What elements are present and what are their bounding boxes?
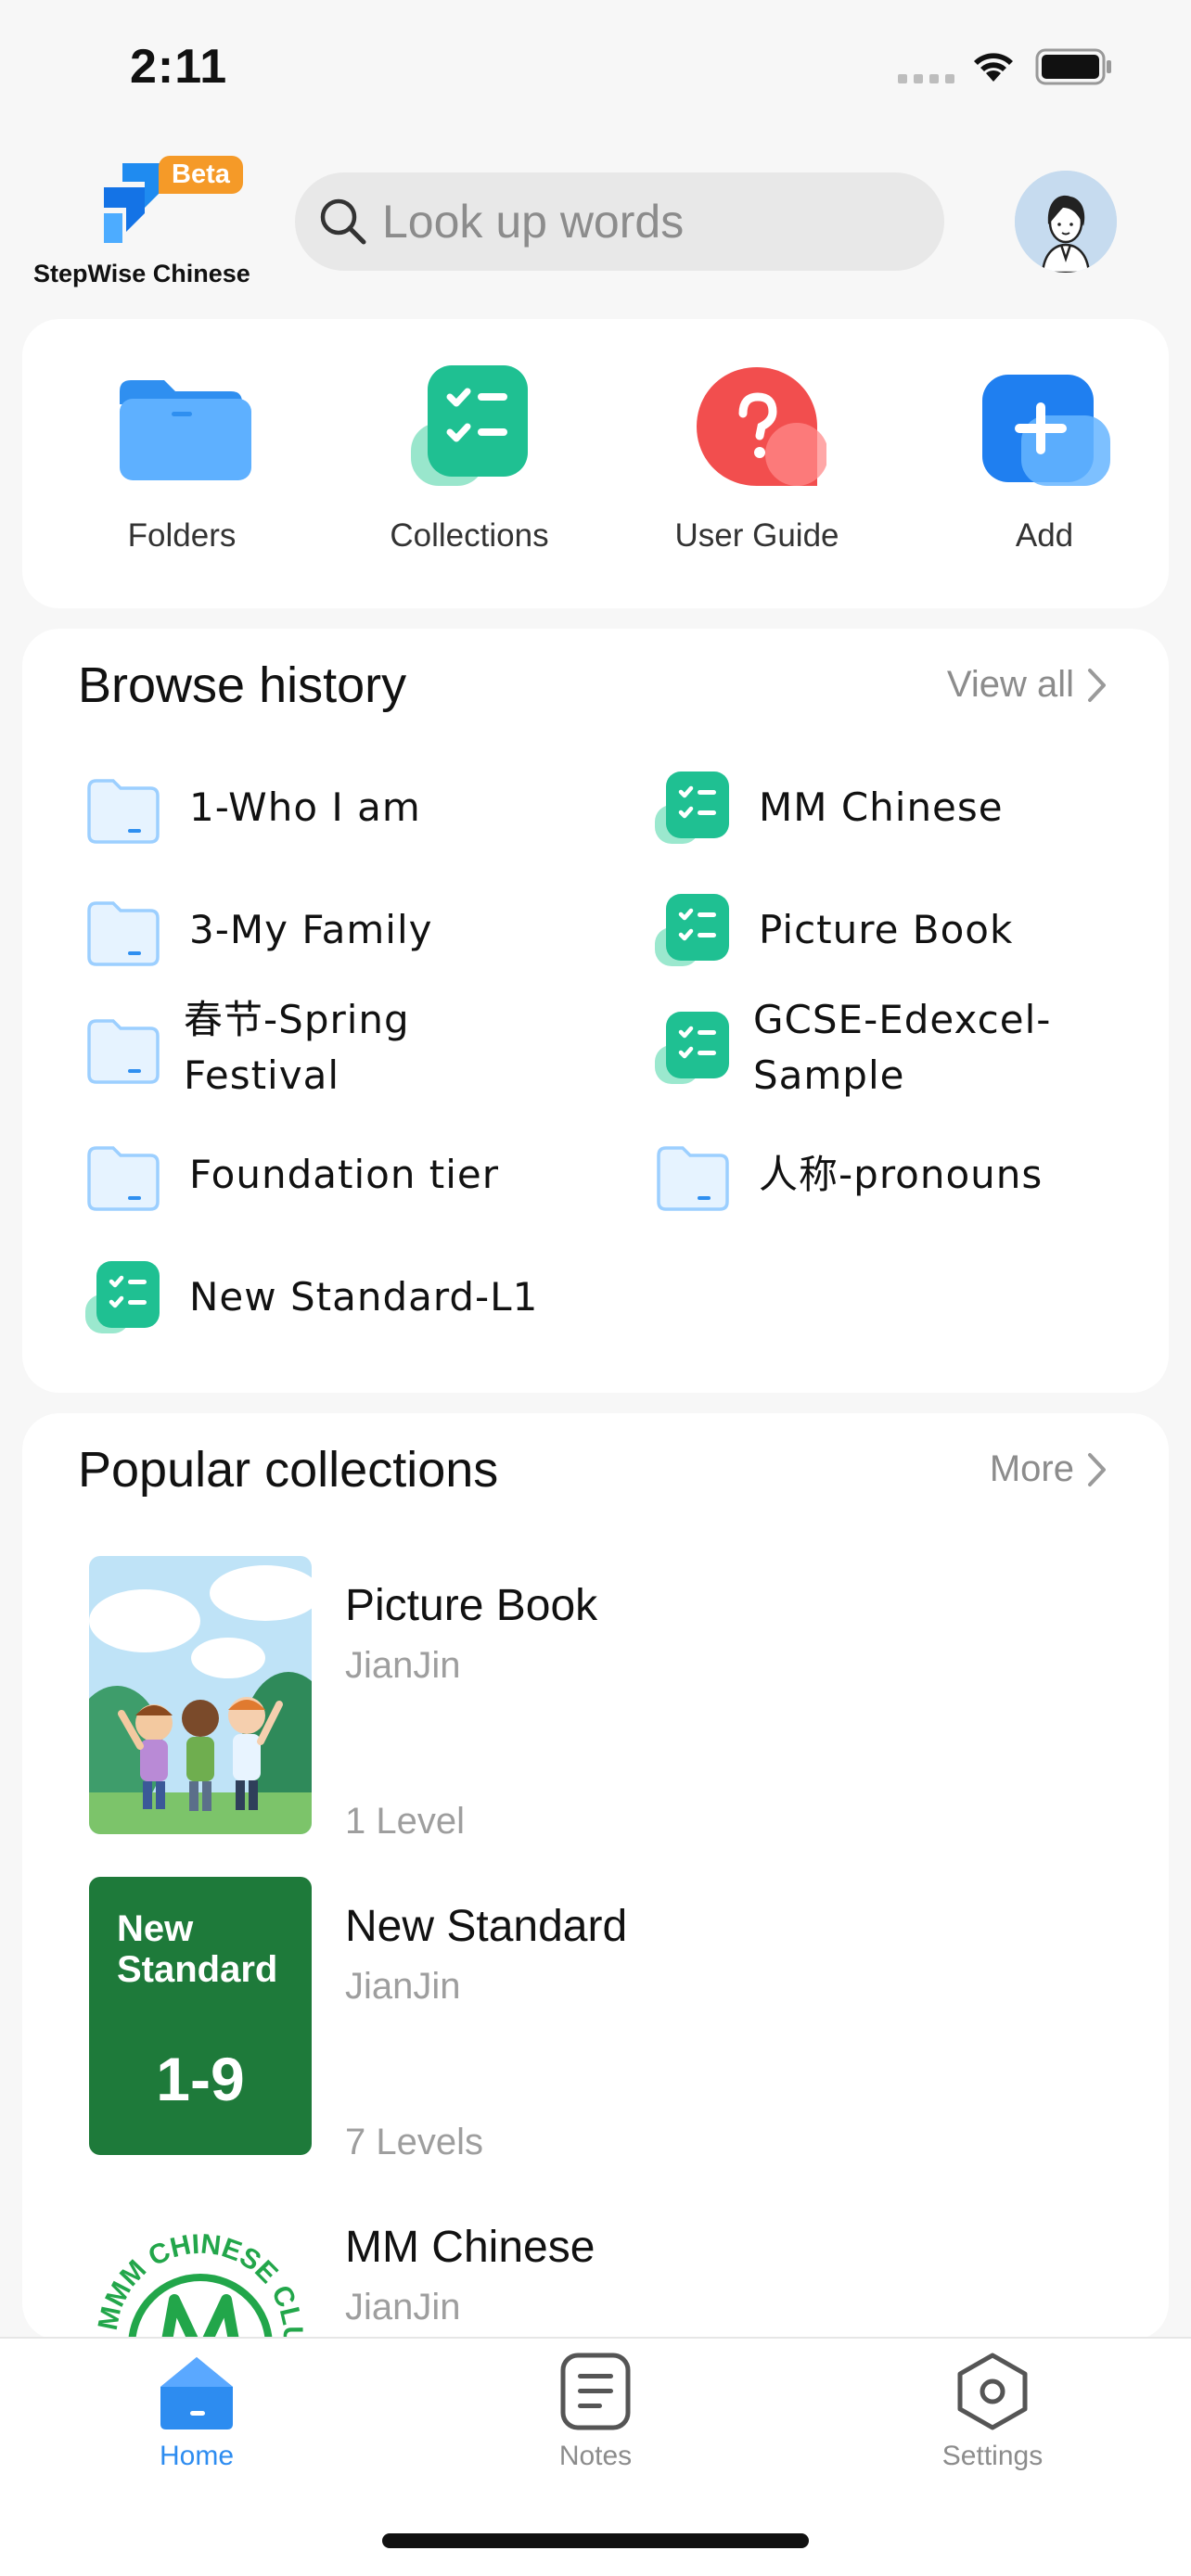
user-avatar-icon (1015, 171, 1117, 273)
cover-number: 1-9 (156, 2045, 245, 2113)
wifi-icon (974, 53, 1013, 82)
history-item-label: MM Chinese (759, 784, 1004, 830)
collection-item-mm-chinese[interactable]: MMM CHINESE CLUB MM Chinese JianJin (89, 2198, 1109, 2340)
quick-action-label: Collections (390, 517, 549, 554)
popular-collections-card: Popular collections More Picture Book Ji… (22, 1413, 1169, 2340)
search-icon (320, 198, 366, 245)
view-all-link[interactable]: View all (947, 664, 1108, 706)
history-item[interactable]: MM Chinese (653, 768, 1004, 848)
quick-action-label: Folders (127, 517, 237, 554)
collection-cover-image: MMM CHINESE CLUB (89, 2198, 312, 2340)
cover-text: MMM CHINESE CLUB (89, 2198, 308, 2340)
browse-history-card: Browse history View all 1-Who I am 3-My … (22, 629, 1169, 1393)
logo-icon (104, 163, 160, 243)
collection-levels: 1 Level (345, 1801, 465, 1842)
collection-cover-image (89, 1556, 312, 1834)
tab-label: Home (159, 2441, 235, 2471)
history-item[interactable]: 春节-Spring Festival (83, 992, 410, 1103)
collection-title: MM Chinese (345, 2223, 596, 2272)
search-input[interactable]: Look up words (295, 172, 944, 271)
checklist-icon (83, 1257, 163, 1337)
collection-item-picture-book[interactable]: Picture Book JianJin 1 Level (89, 1556, 1109, 1842)
tab-label: Settings (941, 2441, 1044, 2471)
history-item[interactable]: 3-My Family (83, 890, 432, 970)
battery-icon (1035, 48, 1111, 85)
section-title-popular-collections: Popular collections (78, 1442, 499, 1498)
history-item-label: 1-Who I am (189, 784, 421, 830)
history-item-label: Picture Book (759, 907, 1014, 952)
status-bar: 2:11 (0, 0, 1191, 139)
beta-badge: Beta (159, 156, 243, 194)
plus-icon (975, 356, 1114, 495)
collection-author: JianJin (345, 1645, 461, 1686)
history-item[interactable]: New Standard-L1 (83, 1257, 538, 1337)
quick-action-user-guide[interactable]: User Guide (646, 356, 868, 555)
history-item[interactable]: Foundation tier (83, 1135, 499, 1215)
collection-item-new-standard[interactable]: New Standard 1-9 New Standard JianJin 7 … (89, 1877, 1109, 2162)
history-item[interactable]: 1-Who I am (83, 768, 421, 848)
folder-icon (112, 356, 251, 495)
collection-levels: 7 Levels (345, 2122, 483, 2162)
tab-home[interactable]: Home (104, 2350, 289, 2472)
notes-icon (554, 2350, 637, 2433)
checklist-icon (653, 1008, 733, 1088)
history-item-label: New Standard-L1 (189, 1274, 539, 1320)
section-title-browse-history: Browse history (78, 657, 407, 713)
tab-notes[interactable]: Notes (503, 2350, 688, 2472)
question-icon (687, 356, 828, 495)
checklist-icon (400, 356, 539, 495)
collection-title: New Standard (345, 1902, 628, 1951)
tab-label: Notes (558, 2441, 633, 2471)
search-placeholder: Look up words (382, 196, 685, 248)
view-all-label: View all (946, 664, 1074, 705)
quick-action-label: User Guide (674, 517, 839, 554)
status-time: 2:11 (130, 40, 228, 94)
history-item-label: 3-My Family (189, 907, 433, 952)
collection-title: Picture Book (345, 1581, 598, 1630)
quick-actions-card: Folders Collections User Guide Add (22, 319, 1169, 608)
tab-settings[interactable]: Settings (900, 2350, 1085, 2472)
folder-icon (83, 890, 163, 970)
history-item-label: 春节-Spring Festival (184, 997, 410, 1098)
folder-icon (83, 768, 163, 848)
collection-author: JianJin (345, 1966, 461, 2007)
history-item-label: GCSE-Edexcel- Sample (753, 997, 1052, 1098)
quick-action-collections[interactable]: Collections (358, 356, 581, 555)
collection-cover-image: New Standard 1-9 (89, 1877, 312, 2155)
chevron-right-icon (1088, 668, 1106, 702)
app-name: StepWise Chinese (33, 260, 250, 287)
checklist-icon (653, 768, 733, 848)
quick-action-label: Add (1015, 517, 1074, 554)
history-item[interactable]: 人称-pronouns (653, 1135, 1043, 1215)
cover-text: New (117, 1908, 194, 1949)
avatar[interactable] (1015, 171, 1117, 273)
home-indicator (382, 2533, 809, 2548)
quick-action-add[interactable]: Add (933, 356, 1156, 555)
more-link[interactable]: More (990, 1448, 1108, 1490)
home-icon (155, 2350, 238, 2433)
checklist-icon (653, 890, 733, 970)
quick-action-folders[interactable]: Folders (70, 356, 293, 555)
cover-text: Standard (117, 1949, 278, 1990)
folder-icon (83, 1135, 163, 1215)
collection-author: JianJin (345, 2287, 461, 2327)
history-item[interactable]: Picture Book (653, 890, 1013, 970)
history-item[interactable]: GCSE-Edexcel- Sample (653, 992, 1051, 1103)
settings-icon (951, 2350, 1034, 2433)
more-label: More (989, 1448, 1074, 1489)
chevron-right-icon (1088, 1452, 1106, 1486)
cellular-signal-icon (898, 74, 954, 83)
folder-icon (83, 1008, 163, 1088)
app-logo: Beta StepWise Chinese (32, 150, 263, 299)
folder-icon (653, 1135, 733, 1215)
history-item-label: 人称-pronouns (759, 1152, 1044, 1197)
svg-text:MMM CHINESE CLUB: MMM CHINESE CLUB (89, 2198, 308, 2340)
history-item-label: Foundation tier (189, 1152, 500, 1197)
